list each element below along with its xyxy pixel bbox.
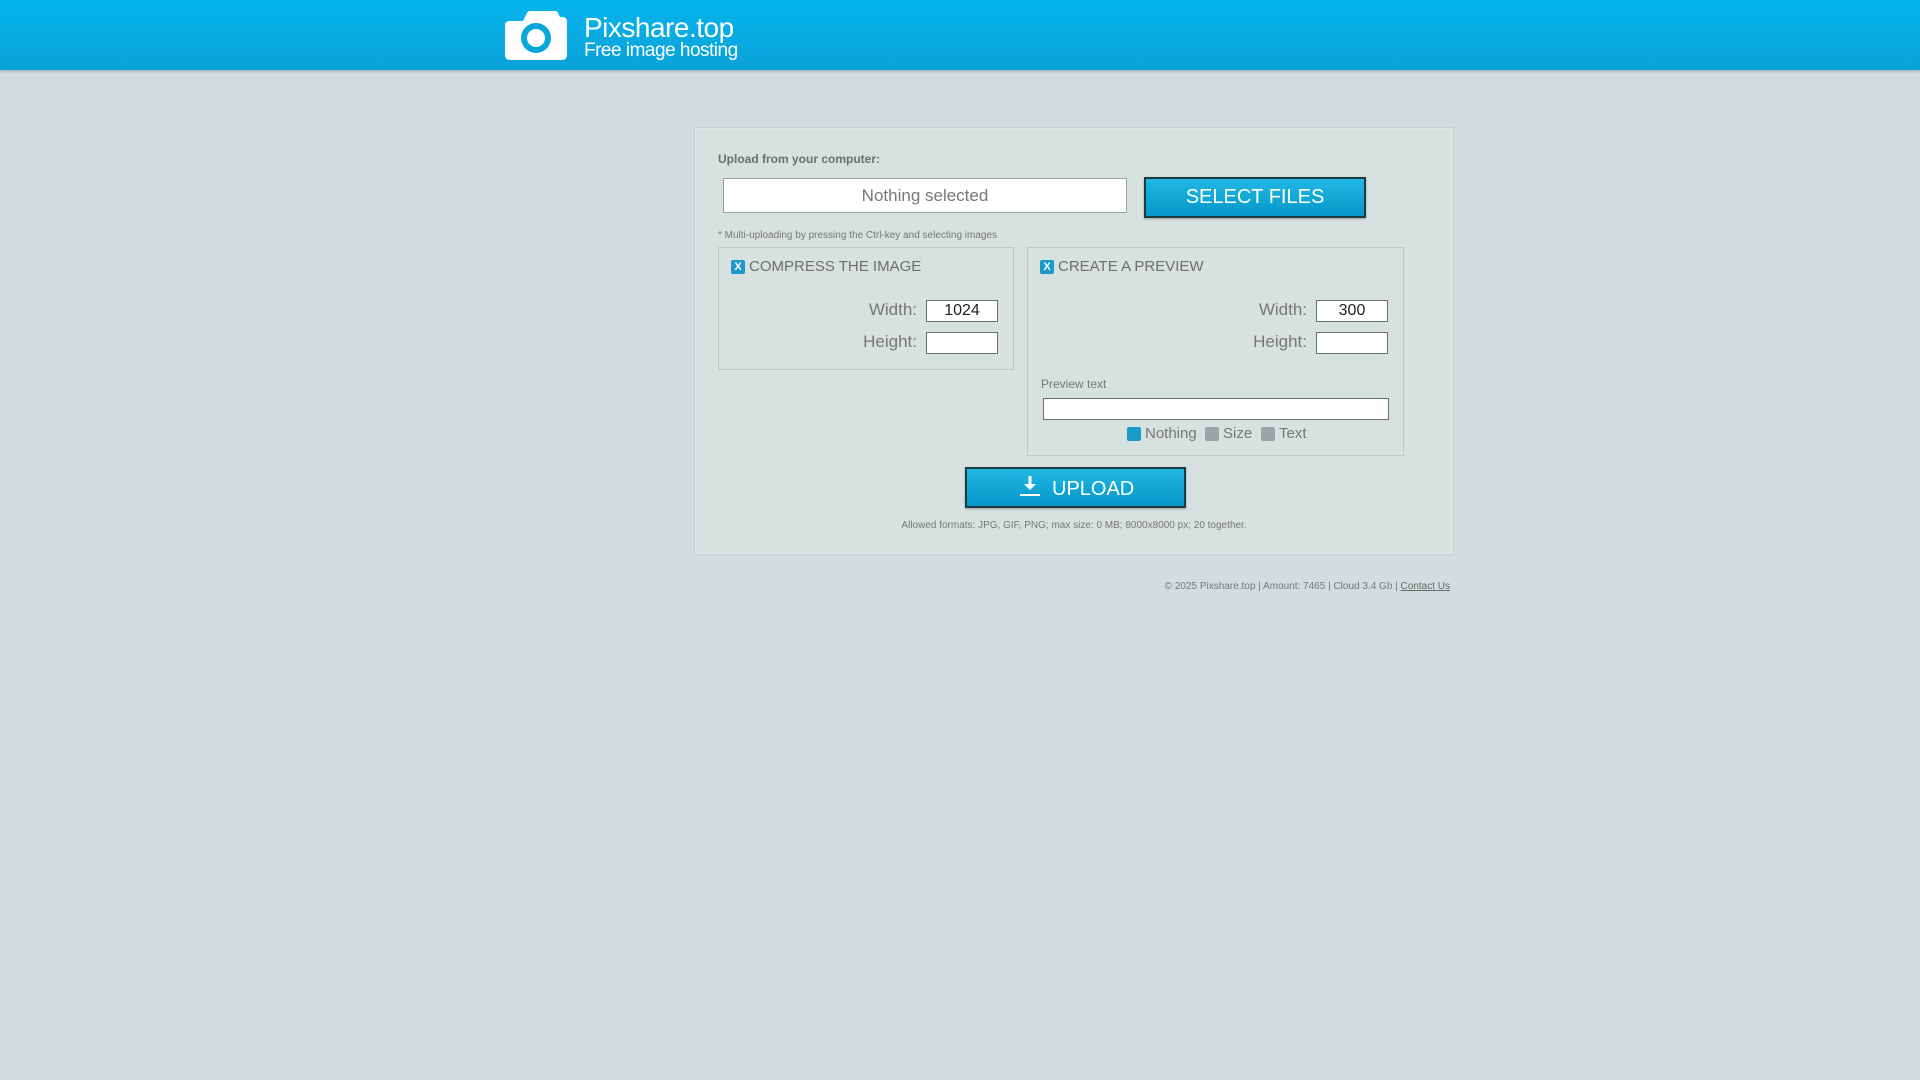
preview-text-label: Preview text (1041, 377, 1107, 391)
preview-height-input[interactable] (1316, 332, 1388, 354)
preview-title: CREATE A PREVIEW (1058, 258, 1204, 275)
allowed-formats: Allowed formats: JPG, GIF, PNG; max size… (901, 520, 1247, 531)
compress-width-label: Width: (868, 300, 917, 319)
compress-height-input[interactable] (926, 332, 998, 354)
option-nothing-label[interactable]: Nothing (1145, 425, 1197, 442)
contact-us-link[interactable]: Contact Us (1401, 581, 1450, 592)
preview-text-input[interactable] (1043, 398, 1389, 420)
site-subtitle: Free image hosting (584, 40, 738, 61)
site-header: Pixshare.top Free image hosting (0, 0, 1920, 70)
multi-upload-hint: * Multi-uploading by pressing the Ctrl-k… (718, 230, 998, 241)
option-nothing-radio[interactable] (1127, 427, 1141, 441)
select-files-button[interactable]: SELECT FILES (1144, 177, 1366, 218)
option-size-radio[interactable] (1205, 427, 1219, 441)
option-size-label[interactable]: Size (1223, 425, 1252, 442)
compress-width-input[interactable]: 1024 (926, 300, 998, 322)
footer-stats: © 2025 Pixshare.top | Amount: 7465 | Clo… (1164, 581, 1401, 592)
option-text-radio[interactable] (1261, 427, 1275, 441)
footer: © 2025 Pixshare.top | Amount: 7465 | Clo… (1165, 581, 1450, 592)
upload-button-label[interactable]: UPLOAD (1052, 467, 1134, 508)
upload-label: Upload from your computer: (718, 152, 881, 166)
file-field[interactable]: Nothing selected (723, 178, 1127, 213)
preview-checkbox[interactable]: X (1040, 260, 1054, 274)
preview-width-label: Width: (1258, 300, 1307, 319)
compress-height-label: Height: (863, 332, 917, 351)
camera-icon[interactable] (505, 9, 567, 61)
download-arrow-icon (1020, 476, 1040, 496)
compress-checkbox[interactable]: X (731, 260, 745, 274)
compress-title: COMPRESS THE IMAGE (749, 258, 922, 275)
preview-width-input[interactable]: 300 (1316, 300, 1388, 322)
preview-height-label: Height: (1253, 332, 1307, 351)
option-text-label[interactable]: Text (1279, 425, 1307, 442)
